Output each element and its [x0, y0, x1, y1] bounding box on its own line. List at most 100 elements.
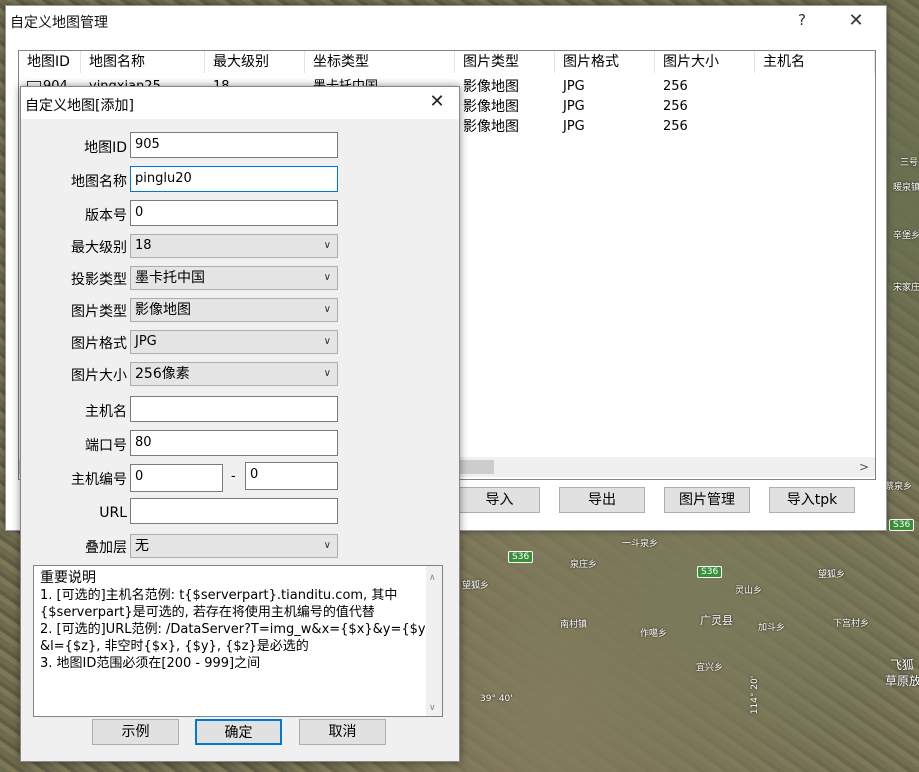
cell-size: 256 [663, 119, 688, 134]
map-label: 39° 40' [480, 694, 513, 704]
image-type-value: 影像地图 [135, 302, 191, 318]
label-overlay: 叠加层 [85, 540, 127, 556]
cell-format: JPG [563, 99, 585, 114]
window-title: 自定义地图管理 [10, 15, 108, 31]
cell-size: 256 [663, 79, 688, 94]
label-url: URL [99, 505, 127, 521]
label-host-no: 主机编号 [71, 472, 127, 488]
map-label: 加斗乡 [758, 623, 786, 633]
column-header[interactable]: 坐标类型 [305, 51, 455, 73]
map-label: 广灵县 [700, 614, 733, 627]
chevron-down-icon: ∨ [323, 272, 331, 283]
import-tpk-button[interactable]: 导入tpk [769, 487, 855, 513]
scroll-up-icon[interactable]: ∧ [429, 570, 436, 587]
cell-format: JPG [563, 79, 585, 94]
map-label: 暖泉镇 [893, 183, 919, 193]
label-map-id: 地图ID [84, 140, 127, 156]
road-badge: S36 [889, 519, 915, 531]
version-input[interactable]: 0 [130, 200, 338, 226]
overlay-value: 无 [135, 538, 149, 554]
scroll-right-icon[interactable]: > [857, 457, 871, 477]
map-id-input[interactable]: 905 [130, 132, 338, 158]
table-header: 地图ID 地图名称 最大级别 坐标类型 图片类型 图片格式 图片大小 主机名 [19, 51, 875, 73]
chevron-down-icon: ∨ [323, 368, 331, 379]
note-line: 2. [可选的]URL范例: /DataServer?T=img_w&x={$x… [40, 622, 434, 637]
map-label: 宋家庄 [893, 283, 919, 293]
label-image-size: 图片大小 [71, 368, 127, 384]
image-size-value: 256像素 [135, 366, 190, 382]
range-dash: - [231, 469, 236, 484]
map-label: 飞狐 [890, 658, 915, 672]
map-label: 下宫村乡 [833, 619, 870, 629]
label-version: 版本号 [85, 208, 127, 224]
map-label: 114° 20' [750, 675, 761, 715]
chevron-down-icon: ∨ [323, 304, 331, 315]
scroll-down-icon[interactable]: ∨ [429, 700, 436, 716]
column-header[interactable]: 主机名 [755, 51, 875, 73]
port-input[interactable]: 80 [130, 430, 338, 456]
map-name-input[interactable]: pinglu20 [130, 166, 338, 192]
image-size-select[interactable]: 256像素 ∨ [130, 362, 338, 386]
host-no-from-input[interactable]: 0 [130, 464, 223, 492]
column-header[interactable]: 图片格式 [555, 51, 655, 73]
dialog-title: 自定义地图[添加] [25, 98, 134, 114]
cell-type: 影像地图 [463, 99, 519, 115]
cancel-button[interactable]: 取消 [299, 719, 386, 745]
note-line: &l={$z}, 非空时{$x}, {$y}, {$z}是必选的 [40, 639, 309, 654]
image-management-button[interactable]: 图片管理 [664, 487, 750, 513]
map-label: 一斗泉乡 [622, 539, 659, 549]
column-header[interactable]: 最大级别 [205, 51, 305, 73]
cell-type: 影像地图 [463, 79, 519, 95]
road-badge: S36 [508, 551, 534, 563]
map-label: 蔡泉乡 [885, 482, 913, 492]
url-input[interactable] [130, 498, 338, 524]
map-label: 南村镇 [560, 620, 588, 630]
projection-select[interactable]: 墨卡托中国 ∨ [130, 266, 338, 290]
road-badge: S36 [697, 566, 723, 578]
close-icon[interactable]: ✕ [846, 10, 866, 31]
cell-format: JPG [563, 119, 585, 134]
chevron-down-icon: ∨ [323, 540, 331, 551]
map-label: 作噶乡 [640, 629, 668, 639]
dialog-titlebar[interactable]: 自定义地图[添加] ✕ [21, 87, 459, 119]
import-button[interactable]: 导入 [459, 487, 540, 513]
map-label: 灵山乡 [735, 586, 763, 596]
ok-button[interactable]: 确定 [195, 719, 282, 745]
label-projection: 投影类型 [71, 272, 127, 288]
cell-type: 影像地图 [463, 119, 519, 135]
cell-size: 256 [663, 99, 688, 114]
host-input[interactable] [130, 396, 338, 422]
label-image-type: 图片类型 [71, 304, 127, 320]
column-header[interactable]: 图片类型 [455, 51, 555, 73]
export-button[interactable]: 导出 [559, 487, 645, 513]
image-format-value: JPG [135, 334, 157, 349]
column-header[interactable]: 地图名称 [81, 51, 205, 73]
map-label: 三号 [900, 158, 919, 168]
column-header[interactable]: 图片大小 [655, 51, 755, 73]
max-level-select[interactable]: 18 ∨ [130, 234, 338, 258]
note-line: 1. [可选的]主机名范例: t{$serverpart}.tianditu.c… [40, 588, 398, 603]
help-button[interactable]: ? [793, 11, 811, 31]
projection-value: 墨卡托中国 [135, 270, 205, 286]
vertical-scrollbar[interactable]: ∧ ∨ [426, 566, 442, 716]
map-label: 草原放 [885, 674, 919, 688]
map-label: 辛堡乡 [893, 231, 919, 241]
label-port: 端口号 [85, 438, 127, 454]
image-type-select[interactable]: 影像地图 ∨ [130, 298, 338, 322]
map-label: 泉庄乡 [570, 560, 598, 570]
max-level-value: 18 [135, 238, 152, 253]
overlay-select[interactable]: 无 ∨ [130, 534, 338, 558]
chevron-down-icon: ∨ [323, 336, 331, 347]
column-header[interactable]: 地图ID [19, 51, 81, 73]
label-image-format: 图片格式 [71, 336, 127, 352]
close-icon[interactable]: ✕ [426, 91, 448, 113]
host-no-to-input[interactable]: 0 [245, 462, 338, 490]
note-line: 3. 地图ID范围必须在[200 - 999]之间 [40, 656, 261, 671]
example-button[interactable]: 示例 [92, 719, 179, 745]
add-custom-map-dialog: 自定义地图[添加] ✕ 地图ID 905 地图名称 pinglu20 版本号 0… [20, 86, 460, 762]
label-map-name: 地图名称 [71, 174, 127, 190]
notes-textarea[interactable]: 重要说明 1. [可选的]主机名范例: t{$serverpart}.tiand… [33, 565, 443, 717]
notes-heading: 重要说明 [40, 570, 96, 586]
image-format-select[interactable]: JPG ∨ [130, 330, 338, 354]
map-label: 望狐乡 [462, 581, 490, 591]
